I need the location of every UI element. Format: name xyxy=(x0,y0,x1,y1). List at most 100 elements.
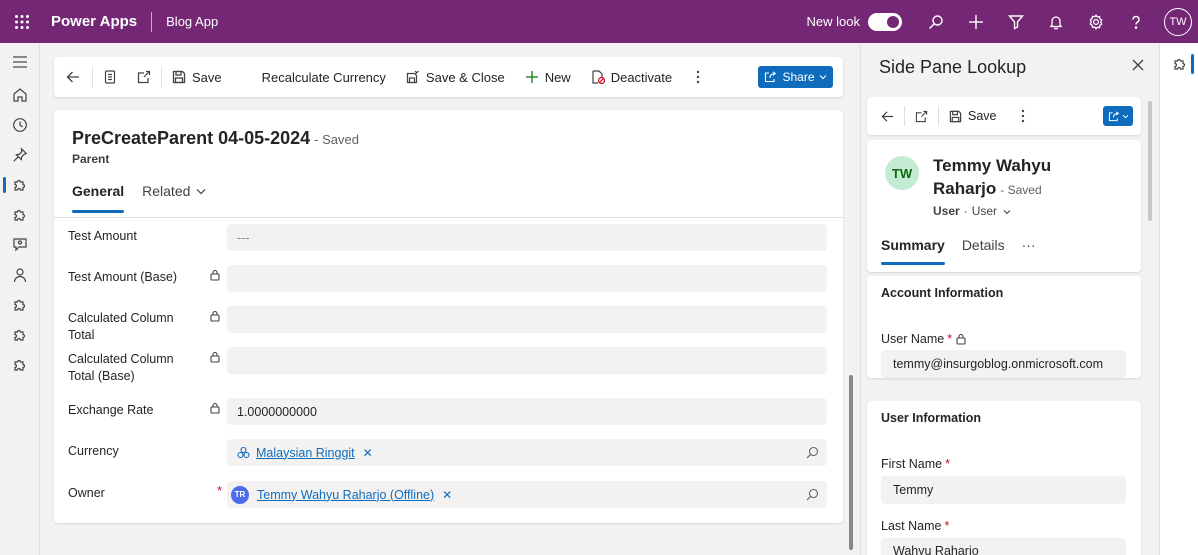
currency-icon xyxy=(237,446,250,459)
tab-related[interactable]: Related xyxy=(142,183,206,211)
close-icon[interactable] xyxy=(1132,59,1144,71)
side-pane-scrollbar[interactable] xyxy=(1148,101,1152,221)
chevron-down-icon xyxy=(1122,114,1128,118)
side-open-new-window-button[interactable] xyxy=(905,96,938,136)
puzzle-icon[interactable] xyxy=(0,170,40,200)
add-icon[interactable] xyxy=(956,0,996,43)
field-label: Calculated Column Total xyxy=(68,311,174,342)
more-vertical-icon xyxy=(1021,109,1024,123)
owner-link[interactable]: Temmy Wahyu Raharjo (Offline) xyxy=(257,488,434,502)
form-view-button[interactable] xyxy=(93,57,127,97)
side-record-title: Temmy Wahyu Raharjo - Saved xyxy=(933,154,1093,202)
puzzle-icon[interactable] xyxy=(0,200,40,230)
side-share-button[interactable] xyxy=(1103,106,1133,126)
puzzle-icon[interactable] xyxy=(1172,56,1188,72)
exchange-rate-input[interactable]: 1.0000000000 xyxy=(227,398,827,425)
record-tabs: General Related xyxy=(72,183,224,213)
new-button[interactable]: New xyxy=(515,57,581,97)
save-icon xyxy=(949,110,962,123)
search-icon[interactable] xyxy=(916,0,956,43)
more-vertical-icon xyxy=(696,70,700,84)
chevron-down-icon[interactable] xyxy=(1003,209,1011,215)
filter-icon[interactable] xyxy=(996,0,1036,43)
lock-icon xyxy=(210,310,220,322)
deactivate-label: Deactivate xyxy=(610,69,673,85)
back-button[interactable] xyxy=(54,57,92,97)
top-bar: Power Apps Blog App New look TW xyxy=(0,0,1198,43)
owner-lookup[interactable]: TR Temmy Wahyu Raharjo (Offline) ✕ xyxy=(227,481,827,508)
home-icon[interactable] xyxy=(0,80,40,110)
share-icon xyxy=(765,71,777,83)
tab-more[interactable]: ··· xyxy=(1022,237,1036,265)
currency-lookup[interactable]: Malaysian Ringgit ✕ xyxy=(227,439,827,466)
app-name[interactable]: Blog App xyxy=(166,14,218,29)
side-pane-title: Side Pane Lookup xyxy=(879,57,1027,77)
lock-icon xyxy=(210,402,220,414)
calculated-column-total-base-input[interactable] xyxy=(227,347,827,374)
topbar-divider xyxy=(151,11,153,32)
tab-summary[interactable]: Summary xyxy=(881,237,945,265)
required-indicator: * xyxy=(944,519,950,533)
record-header: PreCreateParent 04-05-2024- Saved Parent… xyxy=(54,110,843,217)
right-rail xyxy=(1159,43,1198,555)
save-label: Save xyxy=(192,69,222,85)
brand-title[interactable]: Power Apps xyxy=(51,13,137,30)
save-button[interactable]: Save xyxy=(162,57,232,97)
tab-details[interactable]: Details xyxy=(962,237,1005,265)
calculated-column-total-input[interactable] xyxy=(227,306,827,333)
puzzle-icon[interactable] xyxy=(0,290,40,320)
plus-icon xyxy=(525,70,539,84)
field-value: --- xyxy=(237,230,250,245)
chevron-down-icon xyxy=(819,75,826,80)
search-icon[interactable] xyxy=(806,446,819,459)
app-launcher-icon[interactable] xyxy=(0,0,43,43)
side-back-button[interactable] xyxy=(867,96,904,136)
currency-link[interactable]: Malaysian Ringgit xyxy=(256,446,355,460)
field-label: Exchange Rate xyxy=(68,403,154,417)
document-icon xyxy=(104,70,116,84)
record-entity: Parent xyxy=(72,152,110,166)
save-close-icon xyxy=(406,70,420,84)
side-save-label: Save xyxy=(968,109,997,123)
field-label: Currency xyxy=(68,444,119,458)
side-pane-command-bar: Save xyxy=(867,97,1141,135)
side-save-button[interactable]: Save xyxy=(939,96,1007,136)
first-name-input[interactable]: Temmy xyxy=(881,476,1126,504)
open-new-window-button[interactable] xyxy=(127,57,161,97)
share-icon xyxy=(1108,110,1119,121)
pin-icon[interactable] xyxy=(0,140,40,170)
save-close-button[interactable]: Save & Close xyxy=(396,57,515,97)
form-selector[interactable]: User xyxy=(972,204,997,218)
search-icon[interactable] xyxy=(806,488,819,501)
remove-owner-icon[interactable]: ✕ xyxy=(442,488,452,502)
user-name-label: User Name xyxy=(881,332,945,346)
last-name-input[interactable]: Wahyu Raharjo xyxy=(881,538,1126,555)
settings-icon[interactable] xyxy=(1076,0,1116,43)
deactivate-button[interactable]: Deactivate xyxy=(581,57,682,97)
share-button[interactable]: Share xyxy=(758,66,833,88)
back-arrow-icon xyxy=(66,71,79,83)
section-title: Account Information xyxy=(881,286,1004,300)
recent-icon[interactable] xyxy=(0,110,40,140)
help-icon[interactable] xyxy=(1116,0,1156,43)
more-commands-button[interactable] xyxy=(682,57,714,97)
field-label: Test Amount (Base) xyxy=(68,270,178,284)
recalculate-currency-button[interactable]: Recalculate Currency xyxy=(232,57,396,97)
test-amount-input[interactable]: --- xyxy=(227,224,827,251)
tab-general[interactable]: General xyxy=(72,183,125,213)
remove-currency-icon[interactable]: ✕ xyxy=(363,446,373,460)
bell-icon[interactable] xyxy=(1036,0,1076,43)
main-scrollbar[interactable] xyxy=(849,375,853,550)
side-more-commands-button[interactable] xyxy=(1007,96,1039,136)
test-amount-base-input[interactable] xyxy=(227,265,827,292)
chat-user-icon[interactable] xyxy=(0,230,40,260)
user-name-input[interactable]: temmy@insurgoblog.onmicrosoft.com xyxy=(881,350,1126,378)
puzzle-icon[interactable] xyxy=(0,350,40,380)
new-look-toggle[interactable] xyxy=(868,12,902,31)
user-avatar[interactable]: TW xyxy=(1164,7,1192,36)
owner-avatar: TR xyxy=(231,485,249,504)
hamburger-menu-icon[interactable] xyxy=(0,47,40,77)
person-icon[interactable] xyxy=(0,260,40,290)
puzzle-icon[interactable] xyxy=(0,320,40,350)
side-pane: Side Pane Lookup Save TW Temmy Wahyu Rah… xyxy=(860,43,1158,555)
